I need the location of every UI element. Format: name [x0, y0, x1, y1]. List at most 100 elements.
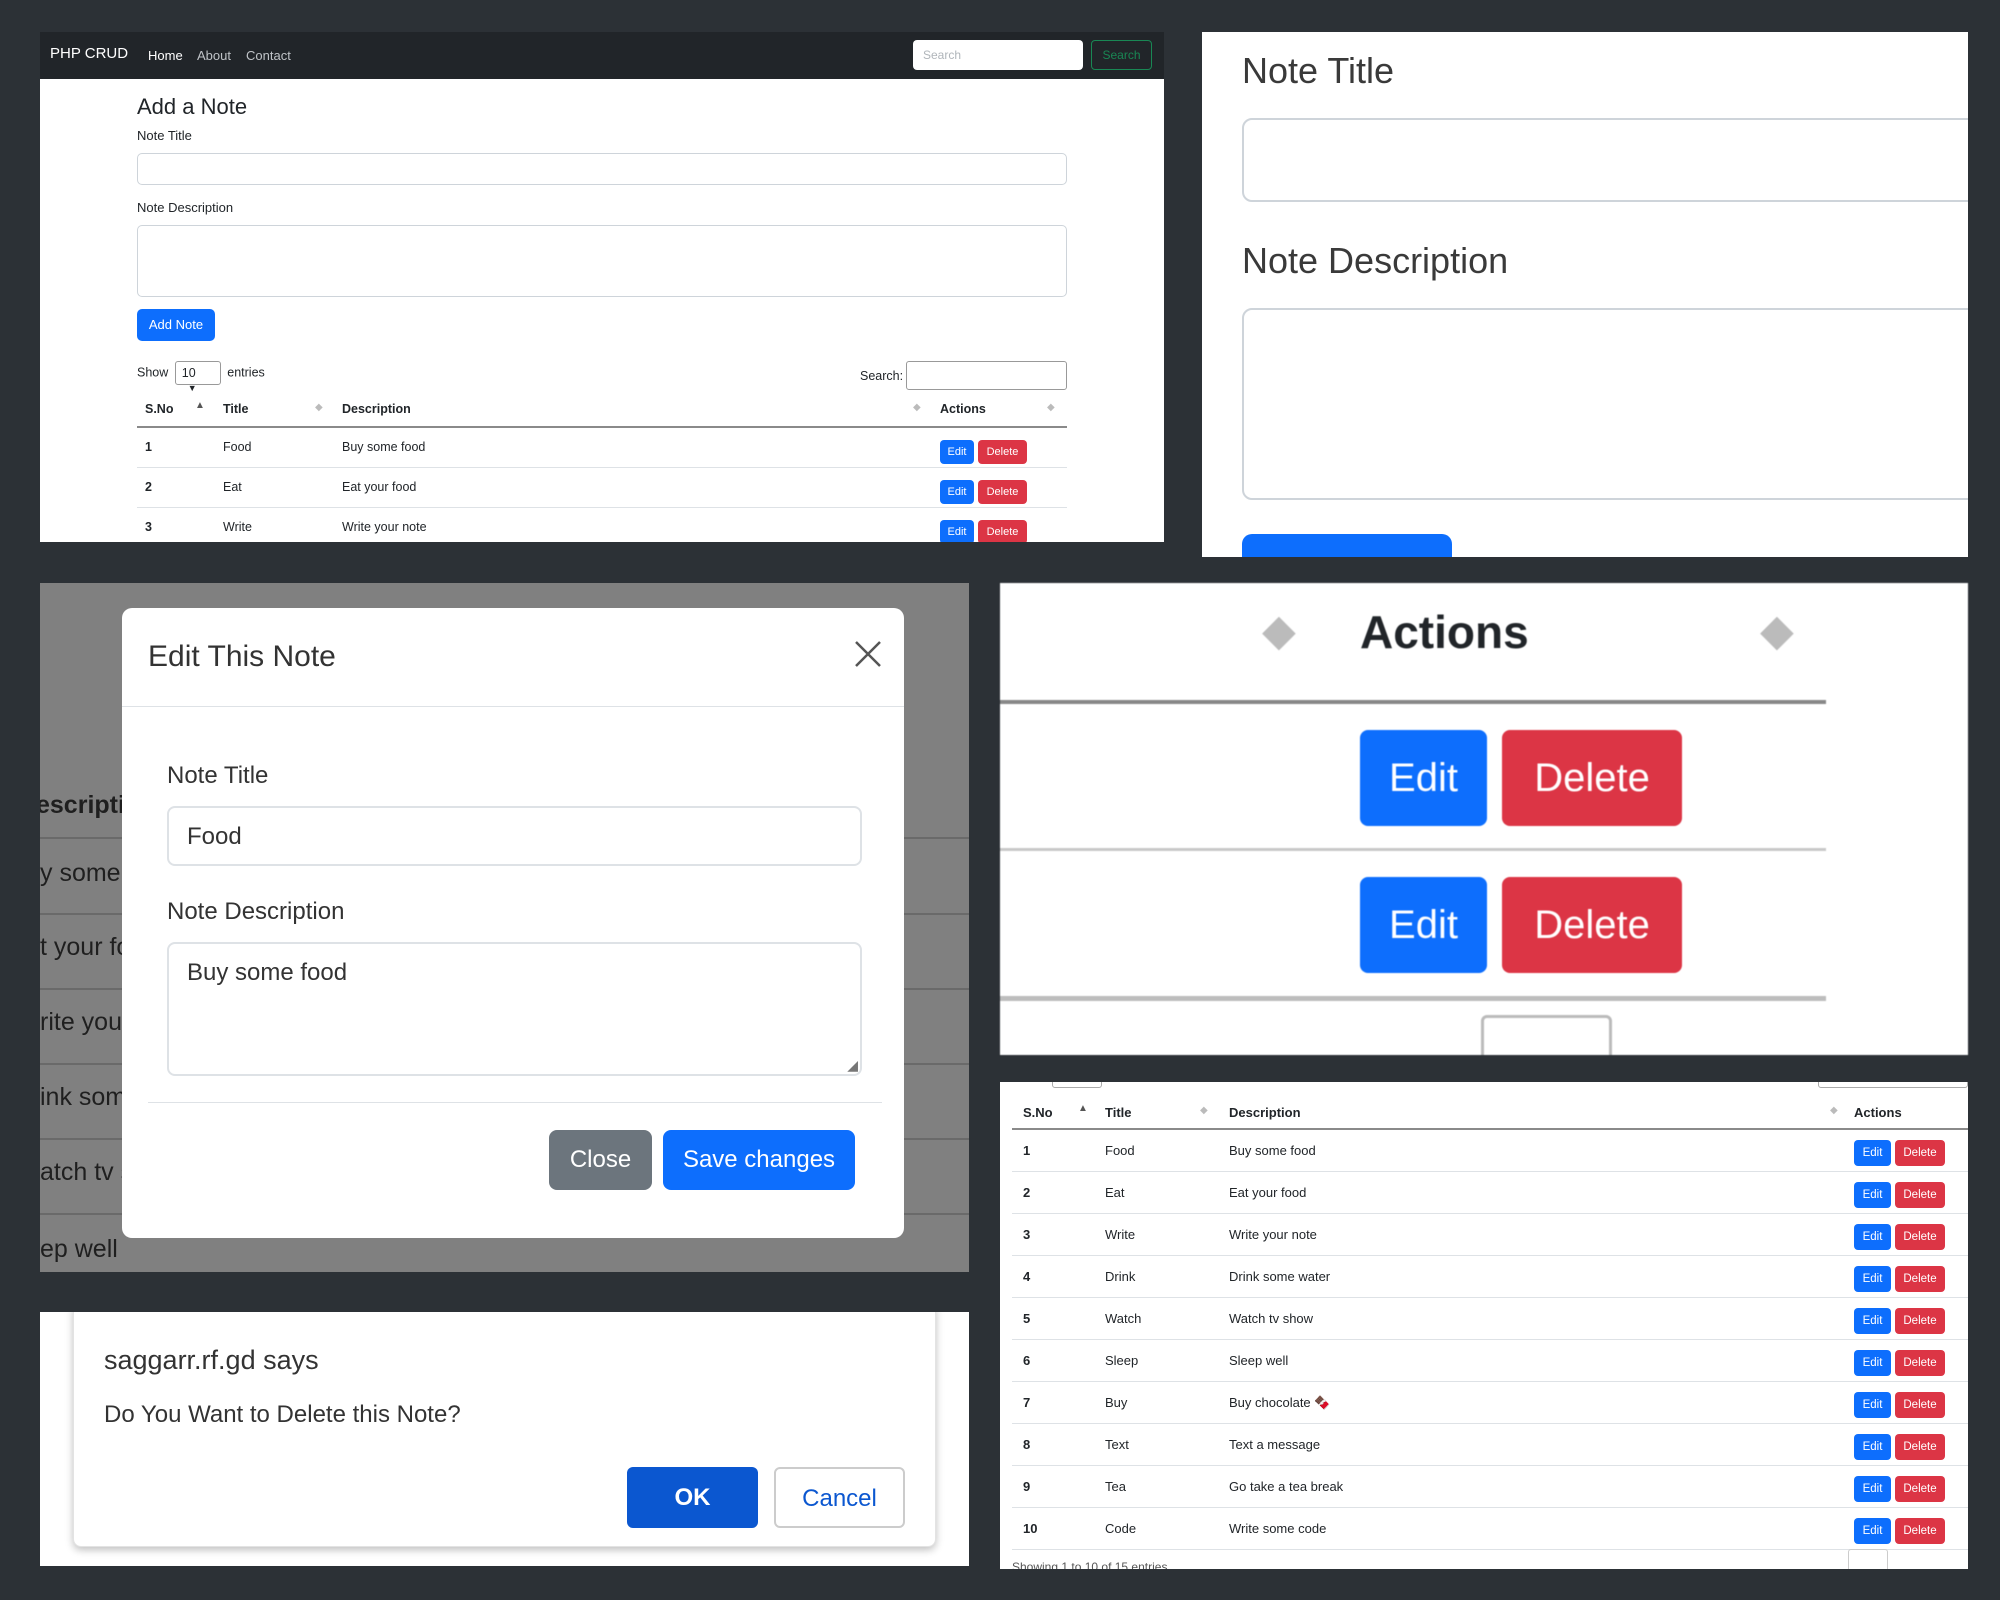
zoom-description-textarea[interactable] — [1242, 308, 1968, 500]
header-description[interactable]: Description — [1229, 1105, 1301, 1120]
header-actions[interactable]: Actions — [940, 402, 986, 416]
nav-link-home[interactable]: Home — [148, 48, 183, 63]
close-icon[interactable] — [852, 638, 884, 670]
row-description: Write some code — [1229, 1521, 1327, 1536]
modal-header-divider — [122, 706, 904, 707]
row-title: Buy — [1105, 1395, 1128, 1410]
delete-button[interactable]: Delete — [1895, 1182, 1945, 1208]
table-search-partial[interactable] — [1818, 1082, 1968, 1088]
delete-button[interactable]: Delete — [978, 440, 1027, 464]
entries-select[interactable]: 10 ▼ — [174, 361, 221, 393]
note-title-input[interactable] — [137, 153, 1067, 185]
row-sno: 1 — [1023, 1143, 1031, 1158]
edit-button[interactable]: Edit — [940, 440, 974, 464]
partial-button[interactable] — [1481, 1015, 1612, 1055]
entries-control: Show 10 ▼ entries — [137, 361, 265, 393]
edit-button[interactable]: Edit — [940, 480, 974, 504]
dialog-origin: saggarr.rf.gd says — [104, 1345, 319, 1375]
header-title[interactable]: Title — [223, 402, 248, 416]
table-search-input[interactable] — [906, 361, 1067, 390]
edit-button[interactable]: Edit — [1854, 1350, 1891, 1376]
row-description: Sleep well — [1229, 1353, 1289, 1368]
delete-button[interactable]: Delete — [1895, 1476, 1945, 1502]
background-text: atch tv s — [40, 1158, 134, 1186]
zoom-edit-button[interactable]: Edit — [1360, 730, 1487, 826]
row-description: Buy some food — [1229, 1143, 1316, 1158]
delete-button[interactable]: Delete — [1895, 1224, 1945, 1250]
zoom-delete-button[interactable]: Delete — [1502, 877, 1682, 973]
edit-button[interactable]: Edit — [1854, 1224, 1891, 1250]
navbar-brand[interactable]: PHP CRUD — [50, 45, 128, 62]
delete-button[interactable]: Delete — [978, 480, 1027, 504]
modal-save-button[interactable]: Save changes — [663, 1130, 855, 1190]
nav-link-contact[interactable]: Contact — [246, 48, 291, 63]
header-title[interactable]: Title — [1105, 1105, 1132, 1120]
header-sno[interactable]: S.No — [145, 402, 173, 416]
delete-button[interactable]: Delete — [1895, 1266, 1945, 1292]
modal-description-textarea[interactable]: Buy some food ◢ — [167, 942, 862, 1076]
navbar-search-button[interactable]: Search — [1091, 40, 1152, 70]
edit-button[interactable]: Edit — [1854, 1140, 1891, 1166]
sort-icon: ◆ — [1830, 1105, 1838, 1116]
delete-button[interactable]: Delete — [1895, 1350, 1945, 1376]
modal-title-input[interactable]: Food — [167, 806, 862, 866]
delete-button[interactable]: Delete — [1895, 1140, 1945, 1166]
zoom-title-input[interactable] — [1242, 118, 1968, 202]
zoom-add-note-button[interactable] — [1242, 534, 1452, 557]
delete-button[interactable]: Delete — [1895, 1518, 1945, 1544]
edit-button[interactable]: Edit — [1854, 1434, 1891, 1460]
row-divider — [1000, 996, 1826, 1001]
zoom-actions-header[interactable]: Actions — [1360, 605, 1529, 659]
note-description-label: Note Description — [137, 200, 234, 215]
row-description: Buy some food — [342, 440, 426, 454]
delete-button[interactable]: Delete — [1895, 1392, 1945, 1418]
table-row: 4 Drink Drink some water Edit Delete — [1012, 1256, 1968, 1298]
edit-button[interactable]: Edit — [1854, 1518, 1891, 1544]
delete-button[interactable]: Delete — [1895, 1308, 1945, 1334]
background-text: ink som — [40, 1083, 127, 1111]
pagination-page[interactable] — [1848, 1549, 1888, 1569]
edit-button[interactable]: Edit — [1854, 1308, 1891, 1334]
row-sno: 3 — [1023, 1227, 1031, 1242]
row-sno: 9 — [1023, 1479, 1031, 1494]
entries-select-partial[interactable] — [1052, 1082, 1102, 1088]
sort-asc-icon: ▲ — [195, 400, 205, 411]
zoom-delete-button[interactable]: Delete — [1502, 730, 1682, 826]
row-sno: 2 — [145, 480, 152, 494]
table-row: 9 Tea Go take a tea break Edit Delete — [1012, 1466, 1968, 1508]
header-actions[interactable]: Actions — [1854, 1105, 1902, 1120]
sort-icon: ◆ — [1760, 606, 1794, 655]
edit-button[interactable]: Edit — [1854, 1182, 1891, 1208]
dialog-cancel-button[interactable]: Cancel — [774, 1467, 905, 1528]
row-sno: 7 — [1023, 1395, 1031, 1410]
row-title: Write — [223, 520, 252, 534]
add-note-button[interactable]: Add Note — [137, 309, 215, 341]
nav-link-about[interactable]: About — [197, 48, 231, 63]
delete-button[interactable]: Delete — [1895, 1434, 1945, 1460]
main-page-panel: PHP CRUD Home About Contact Search Searc… — [40, 32, 1164, 542]
row-sno: 8 — [1023, 1437, 1031, 1452]
zoom-title-label: Note Title — [1242, 50, 1395, 91]
resize-handle-icon[interactable]: ◢ — [847, 1057, 858, 1074]
table-row: 2 Eat Eat your food Edit Delete — [1012, 1172, 1968, 1214]
edit-button[interactable]: Edit — [1854, 1476, 1891, 1502]
note-description-textarea[interactable] — [137, 225, 1067, 297]
header-sno[interactable]: S.No — [1023, 1105, 1053, 1120]
row-title: Sleep — [1105, 1353, 1139, 1368]
navbar-search-input[interactable]: Search — [913, 40, 1083, 70]
row-sno: 4 — [1023, 1269, 1031, 1284]
edit-button[interactable]: Edit — [940, 520, 974, 542]
edit-button[interactable]: Edit — [1854, 1266, 1891, 1292]
dialog-ok-button[interactable]: OK — [627, 1467, 758, 1528]
row-description: Write your note — [1229, 1227, 1317, 1242]
zoom-edit-button[interactable]: Edit — [1360, 877, 1487, 973]
delete-button[interactable]: Delete — [978, 520, 1027, 542]
background-text: rite your — [40, 1008, 131, 1036]
modal-close-button[interactable]: Close — [549, 1130, 652, 1190]
zoom-description-label: Note Description — [1242, 240, 1509, 281]
row-sno: 2 — [1023, 1185, 1031, 1200]
edit-button[interactable]: Edit — [1854, 1392, 1891, 1418]
header-description[interactable]: Description — [342, 402, 411, 416]
zoomed-form-panel: Note Title Note Description — [1202, 32, 1968, 557]
full-table-panel: S.No ▲ Title ◆ Description ◆ Actions 1 Fo… — [1000, 1082, 1968, 1569]
